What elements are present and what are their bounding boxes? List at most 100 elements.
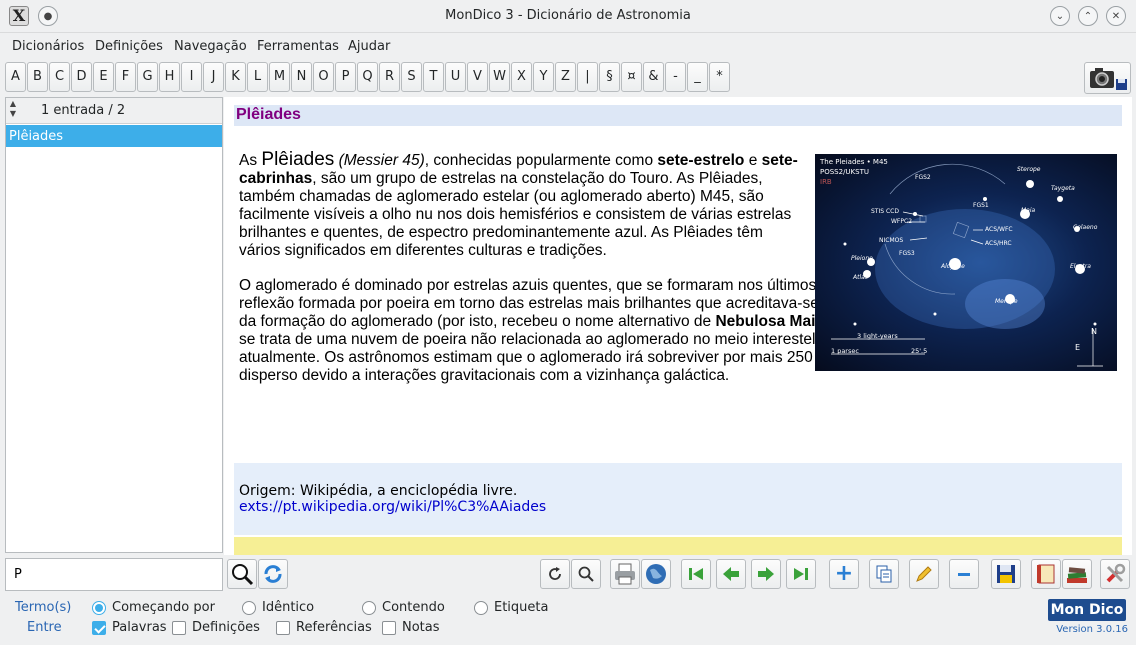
minus-icon — [958, 572, 970, 576]
letter-button-31[interactable]: _ — [687, 62, 708, 92]
field-words[interactable]: Palavras — [92, 620, 167, 635]
menu-ferramentas[interactable]: Ferramentas — [257, 39, 339, 54]
between-label: Entre — [27, 620, 62, 635]
letter-button-30[interactable]: - — [665, 62, 686, 92]
floppy-icon — [997, 565, 1015, 583]
menu-definicoes[interactable]: Definições — [95, 39, 163, 54]
version-label: Version 3.0.16 — [1056, 624, 1128, 635]
tools-icon — [1106, 563, 1126, 583]
letter-button-10[interactable]: K — [225, 62, 246, 92]
save-button[interactable] — [991, 559, 1021, 589]
search-input[interactable] — [5, 558, 223, 591]
letter-button-14[interactable]: O — [313, 62, 334, 92]
letter-button-9[interactable]: J — [203, 62, 224, 92]
entry-count-bar: ▲ ▼ 1 entrada / 2 — [6, 98, 222, 124]
letter-button-6[interactable]: G — [137, 62, 158, 92]
web-button[interactable] — [641, 559, 671, 589]
library-button[interactable] — [1062, 559, 1092, 589]
letter-button-29[interactable]: & — [643, 62, 664, 92]
letter-button-8[interactable]: I — [181, 62, 202, 92]
previous-button[interactable] — [716, 559, 746, 589]
field-definitions[interactable]: Definições — [172, 620, 260, 635]
source-box: Origem: Wikipédia, a enciclopédia livre.… — [234, 463, 1122, 535]
letter-button-1[interactable]: B — [27, 62, 48, 92]
checkbox-icon — [276, 620, 290, 635]
dictionary-button[interactable] — [1031, 559, 1061, 589]
first-icon — [689, 568, 703, 580]
menu-navegacao[interactable]: Navegação — [174, 39, 247, 54]
image-title: The Pleiades • M45 — [820, 158, 888, 166]
edit-button[interactable] — [909, 559, 939, 589]
mode-identical[interactable]: Idêntico — [242, 600, 314, 615]
arrow-right-icon — [758, 567, 774, 581]
copy-button[interactable] — [869, 559, 899, 589]
letter-button-26[interactable]: | — [577, 62, 598, 92]
letter-button-7[interactable]: H — [159, 62, 180, 92]
last-button[interactable] — [786, 559, 816, 589]
image-filters: IRB — [820, 178, 832, 186]
letter-button-4[interactable]: E — [93, 62, 114, 92]
printer-icon — [615, 563, 635, 585]
reload-icon — [549, 567, 561, 580]
mode-starting-with[interactable]: Começando por — [92, 600, 215, 615]
source-link[interactable]: exts://pt.wikipedia.org/wiki/Pl%C3%AAiad… — [239, 499, 1117, 515]
letter-button-2[interactable]: C — [49, 62, 70, 92]
camera-icon — [1090, 68, 1127, 90]
letter-button-17[interactable]: R — [379, 62, 400, 92]
list-item[interactable]: Plêiades — [6, 125, 222, 147]
add-button[interactable]: + — [829, 559, 859, 589]
list-item-label: Plêiades — [9, 129, 64, 144]
settings-button[interactable] — [1100, 559, 1130, 589]
mode-tag[interactable]: Etiqueta — [474, 600, 548, 615]
letter-button-24[interactable]: Y — [533, 62, 554, 92]
letter-button-28[interactable]: ¤ — [621, 62, 642, 92]
reload-button[interactable] — [540, 559, 570, 589]
alphabet-bar: A B C D E F G H I J K L M N O P Q R S T U V W X Y Z | § ¤ & - _ * — [0, 60, 1136, 95]
field-references[interactable]: Referências — [276, 620, 372, 635]
yellow-bar — [234, 537, 1122, 555]
letter-button-16[interactable]: Q — [357, 62, 378, 92]
snapshot-button[interactable] — [1084, 62, 1131, 94]
letter-button-20[interactable]: U — [445, 62, 466, 92]
term-label: Termo(s) — [15, 600, 72, 615]
maximize-icon[interactable]: ⌃ — [1078, 6, 1098, 26]
letter-button-18[interactable]: S — [401, 62, 422, 92]
mode-containing[interactable]: Contendo — [362, 600, 445, 615]
close-icon[interactable]: ✕ — [1106, 6, 1126, 26]
minimize-icon[interactable]: ⌄ — [1050, 6, 1070, 26]
letter-button-0[interactable]: A — [5, 62, 26, 92]
entry-spinner[interactable]: ▲ ▼ — [7, 99, 19, 121]
letter-button-3[interactable]: D — [71, 62, 92, 92]
letter-button-19[interactable]: T — [423, 62, 444, 92]
radio-icon — [474, 600, 488, 615]
letter-button-15[interactable]: P — [335, 62, 356, 92]
letter-button-32[interactable]: * — [709, 62, 730, 92]
radio-icon — [362, 600, 376, 615]
menu-dicionarios[interactable]: Dicionários — [12, 39, 84, 54]
search-button[interactable] — [227, 559, 257, 589]
next-button[interactable] — [751, 559, 781, 589]
refresh-button[interactable] — [258, 559, 288, 589]
letter-button-22[interactable]: W — [489, 62, 510, 92]
radio-icon — [92, 600, 106, 615]
entry-count: 1 entrada / 2 — [41, 103, 126, 118]
refresh-icon — [264, 565, 282, 583]
letter-button-5[interactable]: F — [115, 62, 136, 92]
letter-button-23[interactable]: X — [511, 62, 532, 92]
letter-button-11[interactable]: L — [247, 62, 268, 92]
magnifier-icon — [232, 564, 254, 586]
print-button[interactable] — [610, 559, 640, 589]
checkbox-icon — [382, 620, 396, 635]
remove-button[interactable] — [949, 559, 979, 589]
letter-button-12[interactable]: M — [269, 62, 290, 92]
letter-button-25[interactable]: Z — [555, 62, 576, 92]
globe-icon — [646, 564, 666, 584]
find-button[interactable] — [571, 559, 601, 589]
letter-button-13[interactable]: N — [291, 62, 312, 92]
field-notes[interactable]: Notas — [382, 620, 440, 635]
letter-button-21[interactable]: V — [467, 62, 488, 92]
first-button[interactable] — [681, 559, 711, 589]
menu-ajudar[interactable]: Ajudar — [348, 39, 390, 54]
letter-button-27[interactable]: § — [599, 62, 620, 92]
mondico-logo: Mon Dico — [1048, 599, 1126, 621]
